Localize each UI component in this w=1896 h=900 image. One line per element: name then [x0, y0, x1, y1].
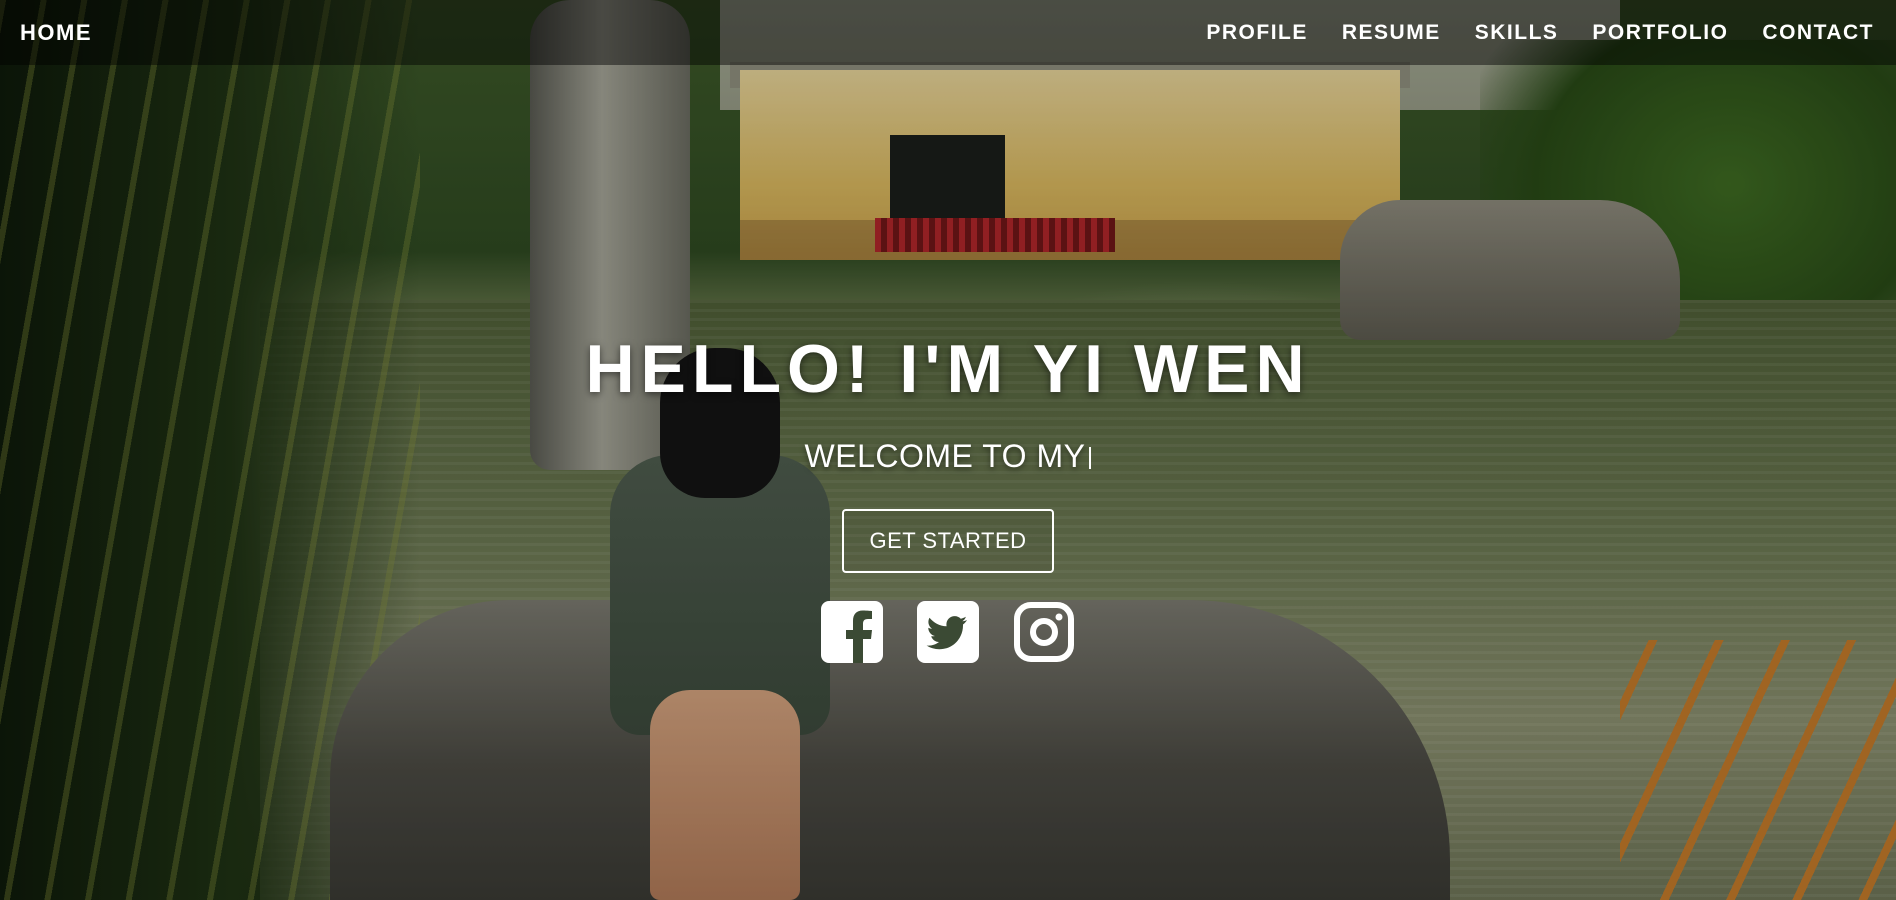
nav-links: PROFILE RESUME SKILLS PORTFOLIO CONTACT — [1206, 21, 1874, 45]
facebook-link[interactable] — [821, 601, 883, 663]
nav-link-profile[interactable]: PROFILE — [1206, 21, 1308, 45]
nav-home-link[interactable]: HOME — [20, 20, 92, 46]
hero-section: HOME PROFILE RESUME SKILLS PORTFOLIO CON… — [0, 0, 1896, 900]
hero-subtitle-line: WELCOME TO MY — [0, 438, 1896, 475]
nav-link-resume[interactable]: RESUME — [1342, 21, 1441, 45]
nav-link-portfolio[interactable]: PORTFOLIO — [1592, 21, 1728, 45]
get-started-button[interactable]: GET STARTED — [842, 509, 1054, 573]
hero-content: HELLO! I'M YI WEN WELCOME TO MY GET STAR… — [0, 330, 1896, 663]
nav-link-contact[interactable]: CONTACT — [1762, 21, 1874, 45]
nav-link-skills[interactable]: SKILLS — [1475, 21, 1559, 45]
instagram-link[interactable] — [1013, 601, 1075, 663]
social-links — [0, 601, 1896, 663]
hero-subtitle: WELCOME TO MY — [804, 438, 1086, 474]
twitter-icon — [917, 601, 979, 663]
instagram-icon — [1014, 602, 1074, 662]
facebook-icon — [821, 601, 883, 663]
twitter-link[interactable] — [917, 601, 979, 663]
navbar: HOME PROFILE RESUME SKILLS PORTFOLIO CON… — [0, 0, 1896, 65]
typing-cursor — [1089, 447, 1092, 469]
hero-title: HELLO! I'M YI WEN — [585, 331, 1311, 407]
